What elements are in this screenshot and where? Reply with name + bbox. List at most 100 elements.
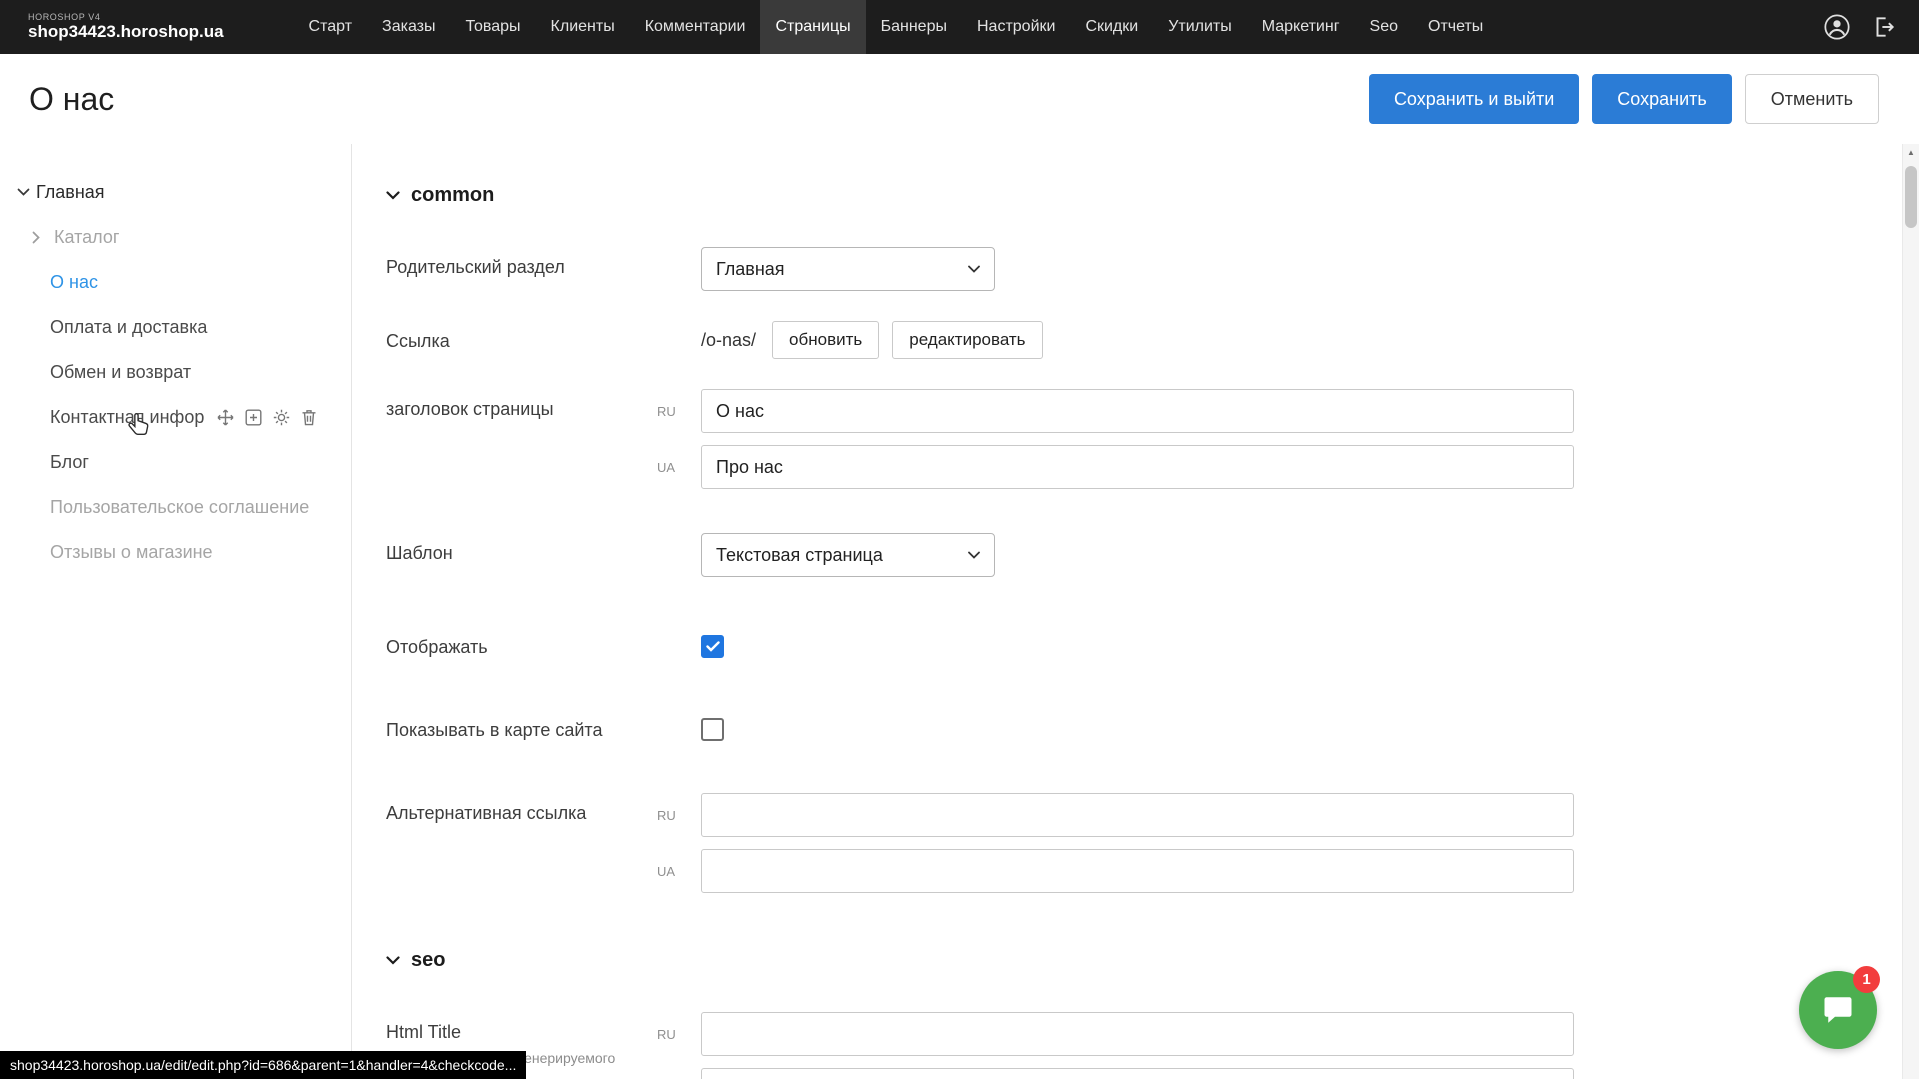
page-title-ua-input[interactable] xyxy=(701,445,1574,489)
parent-section-select[interactable]: Главная xyxy=(701,247,995,291)
menu-item-orders[interactable]: Заказы xyxy=(367,0,450,54)
sidebar-item-obmen-i-vozvrat[interactable]: Обмен и возврат xyxy=(0,350,351,395)
brand-logo[interactable]: HOROSHOP V4 shop34423.horoshop.ua xyxy=(28,0,224,54)
header-buttons: Сохранить и выйти Сохранить Отменить xyxy=(1369,74,1879,124)
menu-item-products[interactable]: Товары xyxy=(451,0,536,54)
link-row: Ссылка /o-nas/ обновить редактировать xyxy=(386,321,1919,359)
chevron-down-icon xyxy=(968,551,980,559)
logout-icon[interactable] xyxy=(1871,14,1897,40)
section-seo-header[interactable]: seo xyxy=(386,949,1919,972)
trash-icon[interactable] xyxy=(300,408,318,427)
menu-item-discounts[interactable]: Скидки xyxy=(1070,0,1153,54)
sidebar-item-label: О нас xyxy=(50,272,98,293)
section-seo-title: seo xyxy=(411,949,445,972)
chevron-right-icon[interactable] xyxy=(32,231,50,244)
sidebar-item-label: Каталог xyxy=(54,227,119,248)
sidebar-item-katalog[interactable]: Каталог xyxy=(0,215,351,260)
cancel-button[interactable]: Отменить xyxy=(1745,74,1879,124)
sidebar-item-label: Оплата и доставка xyxy=(50,317,207,338)
display-row: Отображать xyxy=(386,627,1919,658)
sidebar-item-o-nas[interactable]: О нас xyxy=(0,260,351,305)
scrollbar-thumb[interactable] xyxy=(1905,166,1917,228)
status-url-tooltip: shop34423.horoshop.ua/edit/edit.php?id=6… xyxy=(0,1051,526,1079)
alt-link-ru-input[interactable] xyxy=(701,793,1574,837)
chat-widget-button[interactable]: 1 xyxy=(1799,971,1877,1049)
menu-item-seo[interactable]: Seo xyxy=(1355,0,1413,54)
menu-item-clients[interactable]: Клиенты xyxy=(536,0,630,54)
html-title-ua-input[interactable] xyxy=(701,1068,1574,1079)
page-title: О нас xyxy=(29,81,114,118)
html-title-row: Html Title Полная замена title, генериру… xyxy=(386,1012,1919,1079)
page-title-label: заголовок страницы xyxy=(386,389,657,489)
account-icon[interactable] xyxy=(1823,13,1851,41)
sidebar-item-blog[interactable]: Блог xyxy=(0,440,351,485)
template-select[interactable]: Текстовая страница xyxy=(701,533,995,577)
alt-link-ua-input[interactable] xyxy=(701,849,1574,893)
main-layout: Главная Каталог О нас Оплата и доставка … xyxy=(0,144,1919,1079)
lang-ru-tag: RU xyxy=(657,389,701,433)
sidebar-item-otzyvy-o-magazine[interactable]: Отзывы о магазине xyxy=(0,530,351,575)
move-icon[interactable] xyxy=(216,408,235,427)
sidebar-item-kontaktnaya-informaciya[interactable]: Контактная инфор xyxy=(0,395,351,440)
parent-section-label: Родительский раздел xyxy=(386,247,657,291)
page-title-ru-input[interactable] xyxy=(701,389,1574,433)
chevron-down-icon[interactable] xyxy=(10,188,36,197)
save-button[interactable]: Сохранить xyxy=(1592,74,1731,124)
sidebar-item-polzovatelskoe-soglashenie[interactable]: Пользовательское соглашение xyxy=(0,485,351,530)
sidebar-item-glavnaya[interactable]: Главная xyxy=(0,170,351,215)
link-edit-button[interactable]: редактировать xyxy=(892,321,1042,359)
lang-ru-tag: RU xyxy=(657,793,701,837)
alt-link-row: Альтернативная ссылка RU UA xyxy=(386,793,1919,893)
menu-item-start[interactable]: Старт xyxy=(294,0,367,54)
menu-item-utilities[interactable]: Утилиты xyxy=(1153,0,1247,54)
sidebar-item-label: Контактная инфор xyxy=(50,407,204,428)
link-path-value: /o-nas/ xyxy=(701,330,756,351)
html-title-label-text: Html Title xyxy=(386,1022,657,1043)
html-title-ru-input[interactable] xyxy=(701,1012,1574,1056)
display-checkbox[interactable] xyxy=(701,635,724,658)
main-menu: Старт Заказы Товары Клиенты Комментарии … xyxy=(294,0,1499,54)
sitemap-checkbox[interactable] xyxy=(701,718,724,741)
add-page-icon[interactable] xyxy=(244,408,263,427)
brand-domain: shop34423.horoshop.ua xyxy=(28,22,224,42)
template-value: Текстовая страница xyxy=(716,545,883,566)
sidebar-item-label: Отзывы о магазине xyxy=(50,542,213,563)
lang-ua-tag: UA xyxy=(657,849,701,893)
link-label: Ссылка xyxy=(386,321,657,359)
page-edit-form: common Родительский раздел Главная Ссылк… xyxy=(352,144,1919,1079)
pages-tree-sidebar: Главная Каталог О нас Оплата и доставка … xyxy=(0,144,352,1079)
sidebar-item-oplata-i-dostavka[interactable]: Оплата и доставка xyxy=(0,305,351,350)
alt-link-label: Альтернативная ссылка xyxy=(386,793,657,893)
section-common-header[interactable]: common xyxy=(386,184,1919,207)
display-label: Отображать xyxy=(386,627,657,658)
menu-item-pages[interactable]: Страницы xyxy=(760,0,865,54)
parent-section-value: Главная xyxy=(716,259,785,280)
template-row: Шаблон Текстовая страница xyxy=(386,533,1919,577)
menu-item-comments[interactable]: Комментарии xyxy=(630,0,761,54)
vertical-scrollbar[interactable]: ▲ xyxy=(1902,144,1919,1079)
sitemap-label: Показывать в карте сайта xyxy=(386,710,657,741)
menu-item-banners[interactable]: Баннеры xyxy=(866,0,962,54)
lang-ru-tag: RU xyxy=(657,1012,701,1056)
settings-gear-icon[interactable] xyxy=(272,408,291,427)
sidebar-item-label: Пользовательское соглашение xyxy=(50,497,309,518)
template-label: Шаблон xyxy=(386,533,657,577)
topbar-icons xyxy=(1823,0,1919,54)
section-common-title: common xyxy=(411,184,494,207)
sidebar-item-label: Блог xyxy=(50,452,89,473)
menu-item-marketing[interactable]: Маркетинг xyxy=(1247,0,1355,54)
save-and-exit-button[interactable]: Сохранить и выйти xyxy=(1369,74,1579,124)
chevron-down-icon xyxy=(386,956,400,965)
menu-item-settings[interactable]: Настройки xyxy=(962,0,1070,54)
check-icon xyxy=(706,641,720,652)
sitemap-row: Показывать в карте сайта xyxy=(386,710,1919,741)
chat-bubble-icon xyxy=(1819,992,1857,1028)
menu-item-reports[interactable]: Отчеты xyxy=(1413,0,1498,54)
scroll-up-arrow[interactable]: ▲ xyxy=(1903,144,1919,160)
chat-unread-badge: 1 xyxy=(1853,966,1880,993)
link-refresh-button[interactable]: обновить xyxy=(772,321,879,359)
sidebar-item-label: Обмен и возврат xyxy=(50,362,191,383)
tree-item-actions xyxy=(216,408,318,427)
lang-ua-tag: UA xyxy=(657,445,701,489)
page-title-row: заголовок страницы RU UA xyxy=(386,389,1919,489)
